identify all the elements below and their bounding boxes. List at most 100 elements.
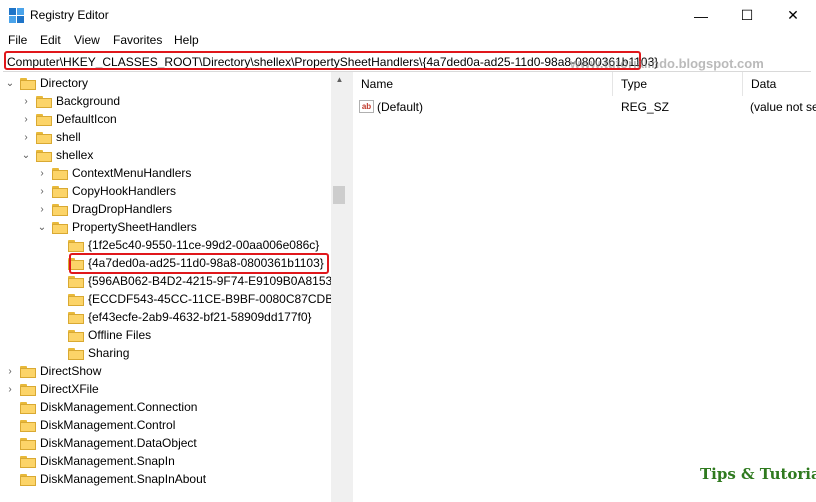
- chevron-right-icon[interactable]: ›: [20, 95, 32, 107]
- tree-item[interactable]: DiskManagement.Connection: [4, 398, 197, 416]
- scroll-thumb[interactable]: [333, 186, 345, 204]
- folder-icon: [36, 95, 52, 108]
- value-name[interactable]: (Default): [377, 98, 423, 116]
- column-data[interactable]: Data: [743, 72, 816, 96]
- tree-item[interactable]: › shell: [20, 128, 81, 146]
- tree-item-label: shell: [56, 130, 81, 144]
- folder-icon: [68, 293, 84, 306]
- menu-help[interactable]: Help: [174, 33, 199, 47]
- tree-item-label: {ef43ecfe-2ab9-4632-bf21-58909dd177f0}: [88, 310, 312, 324]
- window-title: Registry Editor: [30, 8, 109, 22]
- chevron-right-icon[interactable]: ›: [4, 383, 16, 395]
- menu-view[interactable]: View: [74, 33, 100, 47]
- address-highlight-box: [4, 51, 641, 70]
- folder-icon: [20, 77, 36, 90]
- chevron-down-icon[interactable]: ⌄: [20, 149, 32, 161]
- string-value-icon: ab: [359, 100, 374, 113]
- tree-item[interactable]: {ECCDF543-45CC-11CE-B9BF-0080C87CDBA6}: [52, 290, 331, 308]
- folder-icon: [52, 203, 68, 216]
- tree-item-label: {596AB062-B4D2-4215-9F74-E9109B0A8153}: [88, 274, 331, 288]
- key-tree: ⌄ Directory › Background › DefaultIcon › shell ⌄…: [0, 72, 331, 502]
- tree-item[interactable]: DiskManagement.SnapInAbout: [4, 470, 206, 488]
- chevron-down-icon[interactable]: ⌄: [4, 77, 16, 89]
- tree-item-label: DiskManagement.Connection: [40, 400, 198, 414]
- tree-item[interactable]: Offline Files: [52, 326, 151, 344]
- tree-item[interactable]: › ContextMenuHandlers: [36, 164, 191, 182]
- tree-item-label: {ECCDF543-45CC-11CE-B9BF-0080C87CDBA6}: [88, 292, 331, 306]
- menu-bar: File Edit View Favorites Help: [0, 31, 816, 50]
- folder-icon: [36, 149, 52, 162]
- tree-item-label: ContextMenuHandlers: [72, 166, 192, 180]
- chevron-right-icon[interactable]: ›: [20, 131, 32, 143]
- folder-icon: [20, 455, 36, 468]
- folder-icon: [20, 419, 36, 432]
- tree-item-label: Directory: [40, 76, 89, 90]
- tree-item[interactable]: › CopyHookHandlers: [36, 182, 176, 200]
- tree-item[interactable]: DiskManagement.SnapIn: [4, 452, 175, 470]
- tree-item[interactable]: DiskManagement.DataObject: [4, 434, 197, 452]
- maximize-button[interactable]: ☐: [724, 0, 770, 31]
- folder-icon: [68, 329, 84, 342]
- minimize-icon: —: [694, 7, 708, 24]
- close-button[interactable]: ✕: [770, 0, 816, 31]
- folder-icon: [68, 275, 84, 288]
- tree-item[interactable]: ⌄ Directory: [4, 74, 88, 92]
- tree-item-label: DefaultIcon: [56, 112, 117, 126]
- values-pane: Name Type Data ab (Default) REG_SZ (valu…: [353, 72, 816, 502]
- tree-item-label: Offline Files: [88, 328, 152, 342]
- watermark: www.tutorialindo.blogspot.com: [570, 56, 764, 71]
- tree-item-label: DiskManagement.SnapInAbout: [40, 472, 207, 486]
- chevron-right-icon[interactable]: ›: [36, 185, 48, 197]
- chevron-right-icon[interactable]: ›: [36, 167, 48, 179]
- chevron-right-icon[interactable]: ›: [20, 113, 32, 125]
- tree-item[interactable]: {596AB062-B4D2-4215-9F74-E9109B0A8153}: [52, 272, 331, 290]
- tree-item[interactable]: Sharing: [52, 344, 129, 362]
- menu-file[interactable]: File: [8, 33, 27, 47]
- tree-item-label: Background: [56, 94, 121, 108]
- tree-item[interactable]: › DirectXFile: [4, 380, 98, 398]
- tree-item[interactable]: {ef43ecfe-2ab9-4632-bf21-58909dd177f0}: [52, 308, 312, 326]
- chevron-down-icon[interactable]: ⌄: [36, 221, 48, 233]
- tree-item[interactable]: DiskManagement.Control: [4, 416, 175, 434]
- column-name[interactable]: Name: [353, 72, 613, 96]
- tree-scrollbar[interactable]: ▲: [331, 72, 348, 502]
- folder-icon: [20, 473, 36, 486]
- column-type[interactable]: Type: [613, 72, 743, 96]
- menu-edit[interactable]: Edit: [40, 33, 61, 47]
- minimize-button[interactable]: —: [678, 0, 724, 31]
- chevron-right-icon[interactable]: ›: [36, 203, 48, 215]
- tree-item-label: Sharing: [88, 346, 130, 360]
- folder-icon: [52, 185, 68, 198]
- close-icon: ✕: [787, 7, 799, 23]
- tree-item[interactable]: {1f2e5c40-9550-11ce-99d2-00aa006e086c}: [52, 236, 319, 254]
- chevron-right-icon[interactable]: ›: [4, 365, 16, 377]
- folder-icon: [20, 365, 36, 378]
- menu-favorites[interactable]: Favorites: [113, 33, 162, 47]
- folder-icon: [20, 401, 36, 414]
- selected-key-highlight-box: [69, 253, 329, 274]
- tree-item-label: DiskManagement.SnapIn: [40, 454, 175, 468]
- tree-item[interactable]: ⌄ shellex: [20, 146, 94, 164]
- tree-item[interactable]: › DirectShow: [4, 362, 101, 380]
- scroll-up-icon[interactable]: ▲: [331, 72, 348, 86]
- tree-item[interactable]: › Background: [20, 92, 120, 110]
- title-bar: Registry Editor — ☐ ✕: [0, 0, 816, 31]
- tree-item[interactable]: › DefaultIcon: [20, 110, 117, 128]
- tree-item[interactable]: › DragDropHandlers: [36, 200, 172, 218]
- tree-item-label: shellex: [56, 148, 94, 162]
- tree-item-label: CopyHookHandlers: [72, 184, 177, 198]
- folder-icon: [36, 113, 52, 126]
- value-data[interactable]: (value not se: [750, 98, 816, 116]
- tree-item-label: PropertySheetHandlers: [72, 220, 197, 234]
- tree-item[interactable]: ⌄ PropertySheetHandlers: [36, 218, 197, 236]
- value-type[interactable]: REG_SZ: [621, 98, 669, 116]
- tree-item-label: DiskManagement.Control: [40, 418, 176, 432]
- folder-icon: [68, 347, 84, 360]
